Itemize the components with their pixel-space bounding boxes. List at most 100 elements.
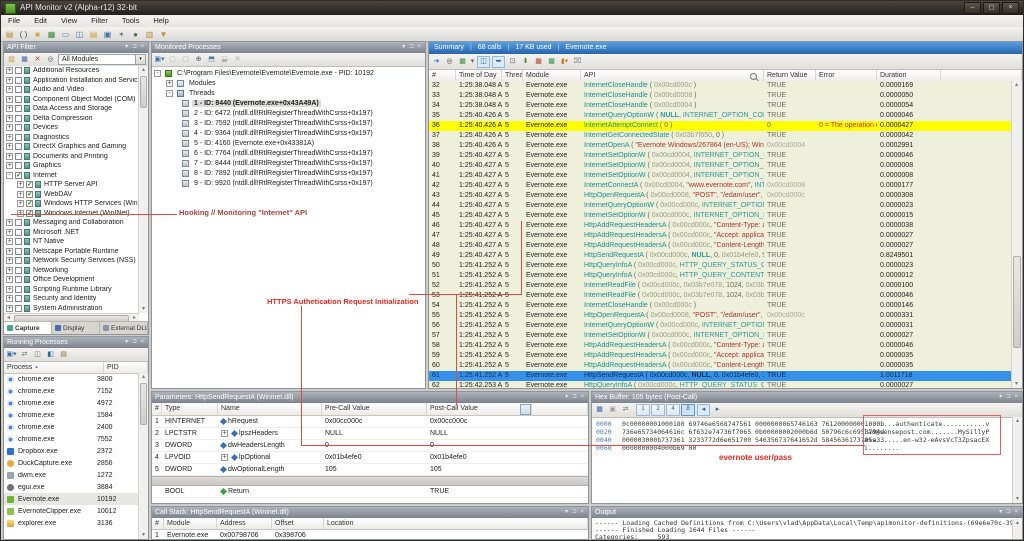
filter-item[interactable]: +✓Windows Internet (WinINet) (4, 209, 139, 219)
expand-icon[interactable]: + (166, 80, 173, 87)
compare-icon[interactable]: ⬓ (219, 55, 230, 65)
expand-icon[interactable]: + (17, 210, 24, 217)
table-row[interactable]: 431:25:40.427 AM5Evernote.exeHttpOpenReq… (429, 191, 1012, 201)
expand-icon[interactable]: + (221, 454, 228, 461)
checkbox[interactable] (15, 305, 22, 312)
table-row[interactable]: 511:25:41.252 AM5Evernote.exeHttpQueryIn… (429, 271, 1012, 281)
chevron-down-icon[interactable]: ▾ (470, 57, 475, 67)
parameter-row[interactable]: 3DWORDdwHeadersLength00 (152, 440, 588, 452)
filter-item[interactable]: +Component Object Model (COM) (4, 95, 139, 105)
search-column-icon[interactable] (750, 73, 757, 80)
show-services-icon[interactable]: ◫ (32, 350, 43, 360)
definitions-jar-icon[interactable]: ▮▾ (559, 57, 570, 67)
expand-icon[interactable]: + (6, 286, 13, 293)
thread-view-icon[interactable]: ⬒ (206, 55, 217, 65)
col-name[interactable]: Name (218, 403, 322, 415)
menu-filter[interactable]: Filter (84, 15, 115, 27)
checkbox[interactable]: ✓ (15, 172, 22, 179)
expand-params-icon[interactable]: ➥ (492, 56, 505, 68)
expand-icon[interactable]: + (6, 77, 13, 84)
filter-item[interactable]: +Additional Resources (4, 66, 139, 76)
filter-item[interactable]: +Networking (4, 266, 139, 276)
checkbox[interactable] (15, 248, 22, 255)
call-stack-row[interactable]: 1Evernote.exe0x007987060x398706 (152, 530, 588, 540)
open-filter-icon[interactable]: ▨ (6, 55, 17, 65)
table-row[interactable]: 401:25:40.427 AM5Evernote.exeInternetSet… (429, 161, 1012, 171)
table-row[interactable]: 391:25:40.427 AM5Evernote.exeInternetSet… (429, 151, 1012, 161)
navigate-icon[interactable]: ➔ (431, 57, 442, 67)
table-row[interactable]: 421:25:40.427 AM5Evernote.exeInternetCon… (429, 181, 1012, 191)
collapse-icon[interactable]: - (6, 172, 13, 179)
tree-item-threads[interactable]: -Threads (152, 88, 425, 98)
expand-icon[interactable]: + (6, 67, 13, 74)
expand-icon[interactable]: + (6, 124, 13, 131)
process-row[interactable]: chrome.exe2400 (4, 421, 139, 433)
scroll-down-icon[interactable]: ▾ (1012, 380, 1021, 388)
minimize-button[interactable]: – (964, 2, 981, 14)
checkbox[interactable] (15, 67, 22, 74)
panel-header-buttons[interactable]: ▾ ⊐ × (125, 42, 145, 53)
add-monitor-icon[interactable]: ▣▾ (154, 55, 165, 65)
expand-icon[interactable]: + (6, 105, 13, 112)
process-row[interactable]: chrome.exe4972 (4, 397, 139, 409)
table-row[interactable]: 501:25:41.252 AM5Evernote.exeHttpQueryIn… (429, 261, 1012, 271)
expand-icon[interactable]: + (6, 143, 13, 150)
scroll-up-icon[interactable]: ▴ (139, 373, 148, 381)
tree-item-thread[interactable]: 2 - ID: 6472 (ntdll.dll!RtlRegisterThrea… (152, 108, 425, 118)
delete-monitor-icon[interactable]: ✕ (232, 55, 243, 65)
parameter-row[interactable]: 2LPCTSTR+lpszHeadersNULLNULL (152, 428, 588, 440)
expand-icon[interactable]: + (6, 257, 13, 264)
col-module[interactable]: Module (164, 518, 217, 529)
col-postcall[interactable]: Post-Call Value (427, 403, 532, 415)
table-row[interactable]: 571:25:41.252 AM5Evernote.exeInternetSet… (429, 331, 1012, 341)
checkbox[interactable] (15, 276, 22, 283)
display-monitor-icon[interactable]: ▣ (101, 29, 114, 40)
scroll-up-icon[interactable]: ▴ (1013, 519, 1022, 527)
tab-capture[interactable]: Capture (4, 322, 52, 334)
stop-monitor-icon[interactable]: ▢ (180, 55, 191, 65)
checkbox[interactable] (15, 267, 22, 274)
views-grid-icon[interactable]: ▦ (457, 57, 468, 67)
filter-item[interactable]: +Microsoft .NET (4, 228, 139, 238)
definitions-icon[interactable]: ▼ (157, 29, 170, 40)
filter-item[interactable]: +NT Native (4, 237, 139, 247)
table-row[interactable]: 481:25:40.427 AM5Evernote.exeHttpAddRequ… (429, 241, 1012, 251)
big-endian-icon[interactable]: ▸ (712, 405, 723, 415)
export-table-icon[interactable]: ▦ (533, 57, 544, 67)
filter-item[interactable]: +Devices (4, 123, 139, 133)
find-icon[interactable]: ◎ (45, 55, 56, 65)
scroll-down-icon[interactable]: ▾ (139, 305, 148, 313)
window-split-icon[interactable]: ◫ (73, 29, 86, 40)
parameter-row[interactable]: 1HINTERNEThRequest0x00cc000c0x00cc000c (152, 416, 588, 428)
filter-item[interactable]: -✓Internet (4, 171, 139, 181)
tree-item-thread[interactable]: 9 - ID: 9920 (ntdll.dll!RtlRegisterThrea… (152, 178, 425, 188)
panel-header-buttons[interactable]: ▾ ⊐ × (402, 42, 422, 53)
checkbox[interactable] (15, 134, 22, 141)
expand-icon[interactable]: + (6, 219, 13, 226)
table-row[interactable]: 451:25:40.427 AM5Evernote.exeInternetSet… (429, 211, 1012, 221)
table-row[interactable]: 461:25:40.427 AM5Evernote.exeHttpAddRequ… (429, 221, 1012, 231)
checkbox[interactable] (15, 105, 22, 112)
filter-item[interactable]: +Application Installation and Servicing (4, 76, 139, 86)
panel-header-buttons[interactable]: ▾ ⊐ × (125, 337, 145, 348)
panel-header-buttons[interactable]: ▾ ⊐ × (999, 392, 1019, 403)
process-row[interactable]: explorer.exe3136 (4, 517, 139, 529)
col-address[interactable]: Address (217, 518, 272, 529)
little-endian-icon[interactable]: ◂ (697, 404, 710, 416)
expand-icon[interactable]: + (6, 295, 13, 302)
checkbox[interactable]: ✓ (26, 181, 33, 188)
filter-item[interactable]: +Office Development (4, 275, 139, 285)
expand-icon[interactable]: + (6, 267, 13, 274)
process-row[interactable]: EvernoteClipper.exe10012 (4, 505, 139, 517)
import-table-icon[interactable]: ▦ (546, 57, 557, 67)
tree-item-thread[interactable]: 5 - ID: 4160 (Evernote.exe+0x43381A) (152, 138, 425, 148)
col-offset[interactable]: Offset (272, 518, 324, 529)
scroll-up-icon[interactable]: ▴ (1013, 417, 1022, 425)
checkbox[interactable] (15, 153, 22, 160)
table-row[interactable]: 531:25:41.252 AM5Evernote.exeInternetRea… (429, 291, 1012, 301)
checkbox[interactable] (15, 257, 22, 264)
capture-icon[interactable]: ■ (31, 29, 44, 40)
scroll-up-icon[interactable]: ▴ (139, 66, 148, 74)
filter-item[interactable]: +✓Windows HTTP Services (WinHTTP) (4, 199, 139, 209)
tree-item-thread[interactable]: 1 - ID: 8440 (Evernote.exe+0x43A49A) (152, 98, 425, 108)
